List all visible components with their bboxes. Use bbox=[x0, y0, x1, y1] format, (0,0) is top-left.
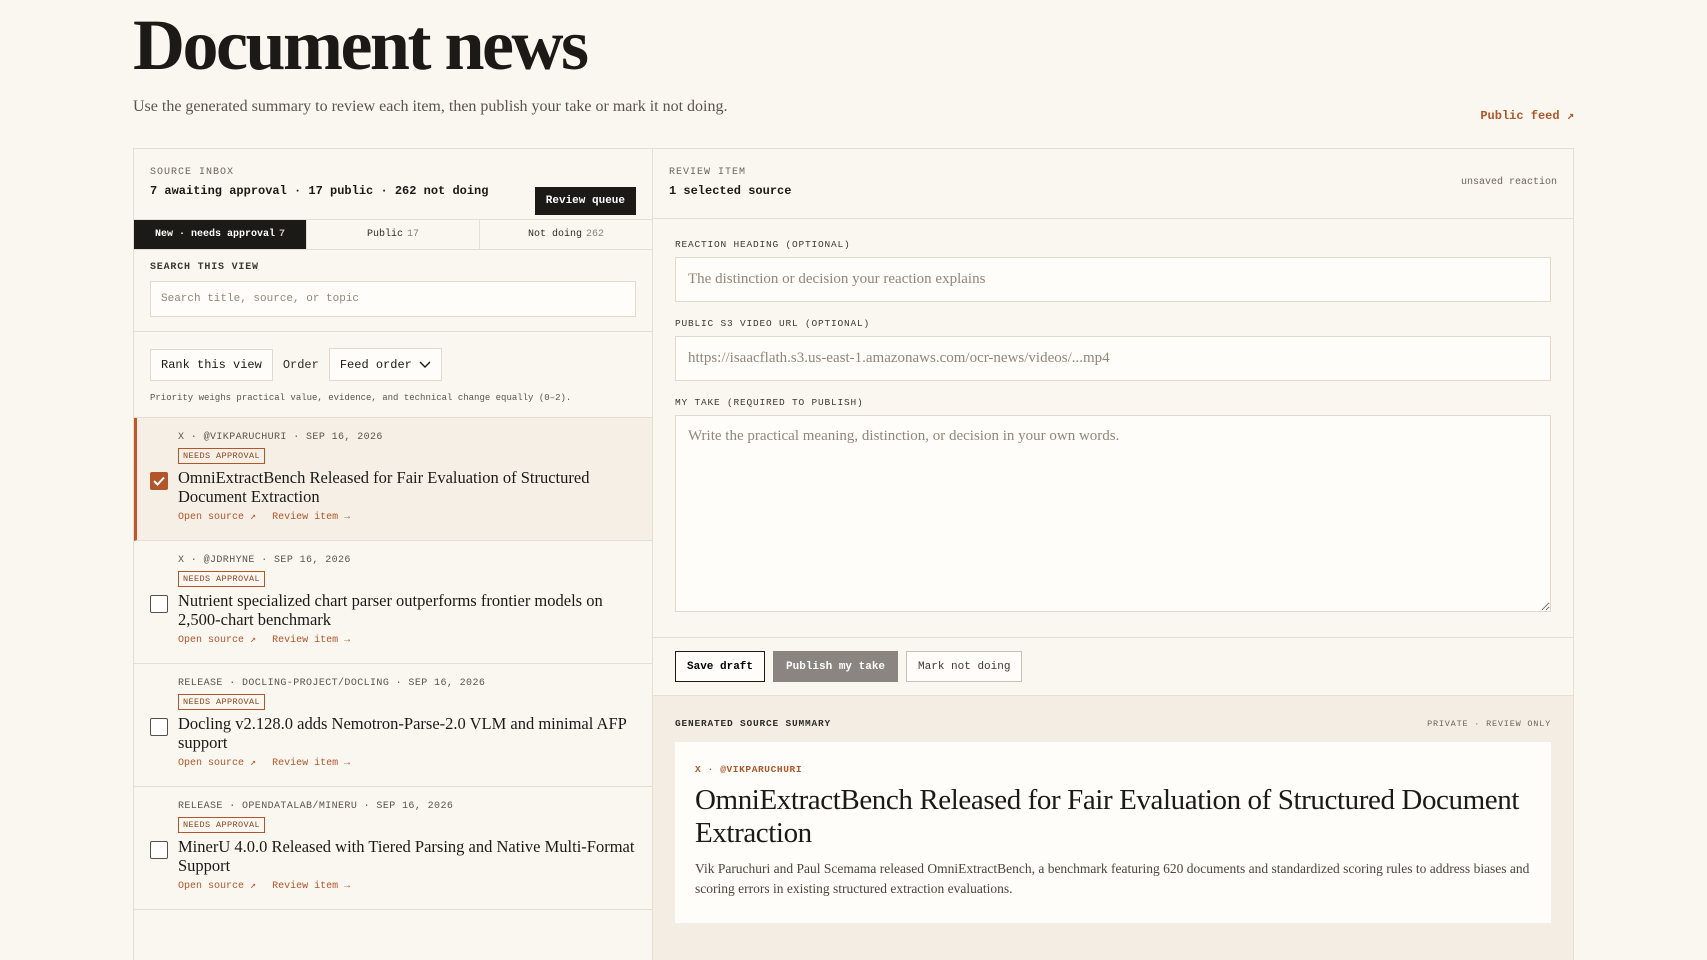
page-title: Document news bbox=[133, 5, 589, 85]
item-checkbox[interactable] bbox=[150, 718, 168, 736]
summary-source: X · @VIKPARUCHURI bbox=[695, 764, 803, 775]
tab-count: 262 bbox=[586, 229, 605, 240]
review-item-link[interactable]: Review item → bbox=[272, 881, 350, 892]
summary-title: OmniExtractBench Released for Fair Evalu… bbox=[695, 784, 1520, 849]
mark-not-doing-button[interactable]: Mark not doing bbox=[906, 651, 1023, 682]
tab-label: New · needs approval bbox=[154, 229, 275, 240]
item-title: Docling v2.128.0 adds Nemotron-Parse-2.0… bbox=[178, 714, 627, 752]
item-checkbox[interactable] bbox=[150, 841, 168, 859]
item-checkbox[interactable] bbox=[150, 595, 168, 613]
review-actions: Save draft Publish my take Mark not doin… bbox=[653, 638, 1573, 696]
rank-view-button[interactable]: Rank this view bbox=[150, 348, 273, 381]
status-badge: NEEDS APPROVAL bbox=[178, 817, 266, 833]
generated-summary: GENERATED SOURCE SUMMARY PRIVATE · REVIE… bbox=[653, 696, 1573, 960]
review-header: REVIEW ITEM 1 selected source unsaved re… bbox=[653, 149, 1573, 219]
open-source-link[interactable]: Open source ↗ bbox=[178, 512, 256, 523]
search-input[interactable] bbox=[150, 281, 636, 317]
save-draft-button[interactable]: Save draft bbox=[675, 651, 766, 682]
item-title: MinerU 4.0.0 Released with Tiered Parsin… bbox=[178, 837, 635, 875]
my-take-textarea[interactable] bbox=[675, 415, 1551, 612]
summary-label: GENERATED SOURCE SUMMARY bbox=[675, 718, 832, 729]
review-eyebrow: REVIEW ITEM bbox=[669, 167, 747, 178]
review-queue-button[interactable]: Review queue bbox=[534, 187, 636, 215]
status-badge: NEEDS APPROVAL bbox=[178, 694, 266, 710]
check-icon bbox=[153, 476, 165, 486]
source-inbox-panel: SOURCE INBOX 7 awaiting approval · 17 pu… bbox=[134, 149, 653, 960]
video-url-input[interactable] bbox=[675, 336, 1551, 381]
heading-label: REACTION HEADING (OPTIONAL) bbox=[675, 239, 851, 250]
review-item-link[interactable]: Review item → bbox=[272, 512, 350, 523]
video-label: PUBLIC S3 VIDEO URL (OPTIONAL) bbox=[675, 318, 871, 329]
inbox-counts: 7 awaiting approval · 17 public · 262 no… bbox=[150, 184, 489, 198]
summary-note: PRIVATE · REVIEW ONLY bbox=[1427, 718, 1551, 729]
tab-count: 17 bbox=[407, 229, 420, 240]
chevron-down-icon bbox=[419, 361, 431, 368]
selected-count: 1 selected source bbox=[669, 184, 792, 198]
rank-note: Priority weighs practical value, evidenc… bbox=[150, 393, 572, 403]
inbox-eyebrow: SOURCE INBOX bbox=[150, 167, 235, 178]
order-label: Order bbox=[282, 357, 319, 372]
page-subtitle: Use the generated summary to review each… bbox=[133, 98, 728, 115]
unsaved-status: unsaved reaction bbox=[1460, 177, 1557, 188]
list-item[interactable]: RELEASE · OPENDATALAB/MINERU · SEP 16, 2… bbox=[134, 787, 652, 910]
reaction-heading-input[interactable] bbox=[675, 257, 1551, 302]
reaction-form: REACTION HEADING (OPTIONAL) PUBLIC S3 VI… bbox=[653, 219, 1573, 638]
tab-label: Public bbox=[366, 229, 403, 240]
status-badge: NEEDS APPROVAL bbox=[178, 571, 266, 587]
status-badge: NEEDS APPROVAL bbox=[178, 448, 266, 464]
item-title: Nutrient specialized chart parser outper… bbox=[178, 591, 603, 629]
item-checkbox[interactable] bbox=[150, 472, 168, 490]
inbox-tabs: New · needs approval 7 Public 17 Not doi… bbox=[134, 219, 652, 250]
tab-not-doing[interactable]: Not doing 262 bbox=[480, 220, 652, 249]
list-item[interactable]: X · @JDRHYNE · SEP 16, 2026 NEEDS APPROV… bbox=[134, 541, 652, 664]
review-item-link[interactable]: Review item → bbox=[272, 635, 350, 646]
item-meta: X · @VIKPARUCHURI · SEP 16, 2026 bbox=[178, 432, 383, 443]
item-meta: RELEASE · DOCLING-PROJECT/DOCLING · SEP … bbox=[178, 678, 486, 689]
item-meta: X · @JDRHYNE · SEP 16, 2026 bbox=[178, 555, 351, 566]
item-meta: RELEASE · OPENDATALAB/MINERU · SEP 16, 2… bbox=[178, 801, 454, 812]
review-panel: REVIEW ITEM 1 selected source unsaved re… bbox=[653, 149, 1573, 960]
open-source-link[interactable]: Open source ↗ bbox=[178, 758, 256, 769]
open-source-link[interactable]: Open source ↗ bbox=[178, 635, 256, 646]
summary-card: X · @VIKPARUCHURI OmniExtractBench Relea… bbox=[675, 742, 1551, 923]
inbox-header: SOURCE INBOX 7 awaiting approval · 17 pu… bbox=[134, 149, 652, 219]
search-label: SEARCH THIS VIEW bbox=[150, 262, 259, 273]
item-title: OmniExtractBench Released for Fair Evalu… bbox=[178, 468, 590, 506]
publish-button[interactable]: Publish my take bbox=[773, 651, 899, 682]
search-area: SEARCH THIS VIEW bbox=[134, 250, 652, 332]
review-item-link[interactable]: Review item → bbox=[272, 758, 350, 769]
list-item[interactable]: X · @VIKPARUCHURI · SEP 16, 2026 NEEDS A… bbox=[134, 418, 652, 541]
review-shell: SOURCE INBOX 7 awaiting approval · 17 pu… bbox=[133, 148, 1574, 960]
tab-needs-approval[interactable]: New · needs approval 7 bbox=[134, 220, 307, 249]
take-label: MY TAKE (REQUIRED TO PUBLISH) bbox=[675, 397, 864, 408]
list-item[interactable]: RELEASE · DOCLING-PROJECT/DOCLING · SEP … bbox=[134, 664, 652, 787]
open-source-link[interactable]: Open source ↗ bbox=[178, 881, 256, 892]
order-value: Feed order bbox=[339, 357, 412, 372]
rank-area: Rank this view Order Feed order Priority… bbox=[134, 332, 652, 418]
tab-label: Not doing bbox=[527, 229, 582, 240]
tab-public[interactable]: Public 17 bbox=[307, 220, 480, 249]
summary-body: Vik Paruchuri and Paul Scemama released … bbox=[695, 861, 1530, 896]
tab-count: 7 bbox=[279, 229, 286, 240]
public-feed-link[interactable]: Public feed ↗ bbox=[1480, 108, 1574, 123]
order-select[interactable]: Feed order bbox=[328, 348, 442, 381]
